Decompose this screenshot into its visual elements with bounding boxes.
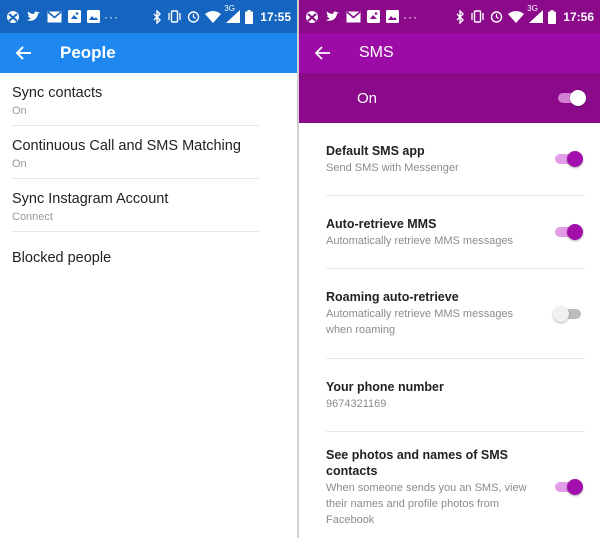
roaming-toggle[interactable] [553, 305, 583, 322]
master-toggle[interactable] [556, 90, 586, 106]
setting-auto-retrieve-mms[interactable]: Auto-retrieve MMS Automatically retrieve… [326, 196, 585, 269]
xbox-icon [6, 10, 20, 24]
bluetooth-icon [153, 9, 162, 24]
people-settings-list: Sync contacts On Continuous Call and SMS… [0, 73, 297, 274]
setting-subtitle: When someone sends you an SMS, view thei… [326, 481, 527, 526]
setting-see-photos-names[interactable]: See photos and names of SMS contacts Whe… [326, 432, 585, 538]
phone-number-value: 9674321169 [326, 397, 387, 410]
setting-sync-contacts[interactable]: Sync contacts On [0, 73, 297, 126]
setting-subtitle: On [12, 158, 27, 170]
sms-settings-list: Default SMS app Send SMS with Messenger … [299, 123, 600, 538]
battery-icon [245, 9, 254, 24]
gmail-icon [47, 10, 62, 23]
vibrate-icon [470, 10, 485, 23]
setting-subtitle: Send SMS with Messenger [326, 161, 459, 174]
people-screen: ··· 3G 17:55 People Sync contacts On Con… [0, 0, 298, 538]
photo-icon [386, 10, 399, 23]
xbox-icon [305, 10, 319, 24]
setting-blocked-people[interactable]: Blocked people [0, 232, 297, 274]
setting-title: Auto-retrieve MMS [326, 216, 437, 231]
setting-phone-number[interactable]: Your phone number 9674321169 [326, 359, 585, 432]
image-edit-icon [68, 10, 81, 23]
setting-title: Your phone number [326, 379, 444, 394]
setting-title: Roaming auto-retrieve [326, 290, 459, 304]
alarm-icon [490, 10, 503, 23]
more-dots-icon: ··· [403, 9, 418, 24]
setting-subtitle: Connect [12, 211, 53, 223]
status-time: 17:56 [563, 9, 594, 24]
setting-title: Blocked people [12, 250, 112, 266]
setting-sync-instagram[interactable]: Sync Instagram Account Connect [0, 179, 297, 232]
see-photos-toggle[interactable] [553, 479, 583, 495]
setting-title: Sync Instagram Account [12, 191, 169, 207]
page-title: SMS [359, 44, 394, 61]
sms-master-switch-row[interactable]: On [299, 73, 600, 123]
setting-default-sms-app[interactable]: Default SMS app Send SMS with Messenger [326, 123, 585, 196]
sms-screen: ··· 3G 17:56 SMS On Default SMS app Send… [299, 0, 600, 538]
setting-title: Continuous Call and SMS Matching [12, 138, 241, 154]
setting-subtitle: Automatically retrieve MMS messages [326, 234, 514, 247]
setting-title: Sync contacts [12, 85, 103, 101]
app-bar: People [0, 33, 297, 73]
network-type-label: 3G [224, 4, 235, 13]
setting-title: Default SMS app [326, 143, 425, 158]
alarm-icon [187, 10, 200, 23]
network-type-label: 3G [527, 4, 538, 13]
auto-retrieve-toggle[interactable] [553, 224, 583, 240]
wifi-icon [205, 10, 222, 23]
status-time: 17:55 [260, 9, 291, 24]
more-dots-icon: ··· [104, 9, 119, 24]
back-arrow-icon[interactable] [2, 46, 46, 60]
master-switch-label: On [357, 89, 378, 107]
page-title: People [60, 43, 116, 62]
setting-title: See photos and names of SMS contacts [326, 447, 508, 478]
setting-subtitle: On [12, 105, 27, 117]
default-sms-toggle[interactable] [553, 151, 583, 167]
battery-icon [548, 9, 557, 24]
signal-icon: 3G [527, 4, 544, 23]
bluetooth-icon [456, 9, 465, 24]
back-arrow-icon[interactable] [301, 46, 345, 60]
setting-continuous-matching[interactable]: Continuous Call and SMS Matching On [0, 126, 297, 179]
status-bar: ··· 3G 17:56 [299, 0, 600, 33]
photo-icon [87, 10, 100, 23]
signal-icon: 3G [224, 4, 241, 23]
setting-roaming-auto-retrieve[interactable]: Roaming auto-retrieve Automatically retr… [326, 269, 585, 359]
wifi-icon [508, 10, 525, 23]
image-edit-icon [367, 10, 380, 23]
vibrate-icon [167, 10, 182, 23]
twitter-icon [325, 10, 340, 23]
setting-subtitle: Automatically retrieve MMS messages when… [326, 308, 514, 336]
app-bar: SMS [299, 33, 600, 73]
twitter-icon [26, 10, 41, 23]
status-bar: ··· 3G 17:55 [0, 0, 297, 33]
gmail-icon [346, 10, 361, 23]
